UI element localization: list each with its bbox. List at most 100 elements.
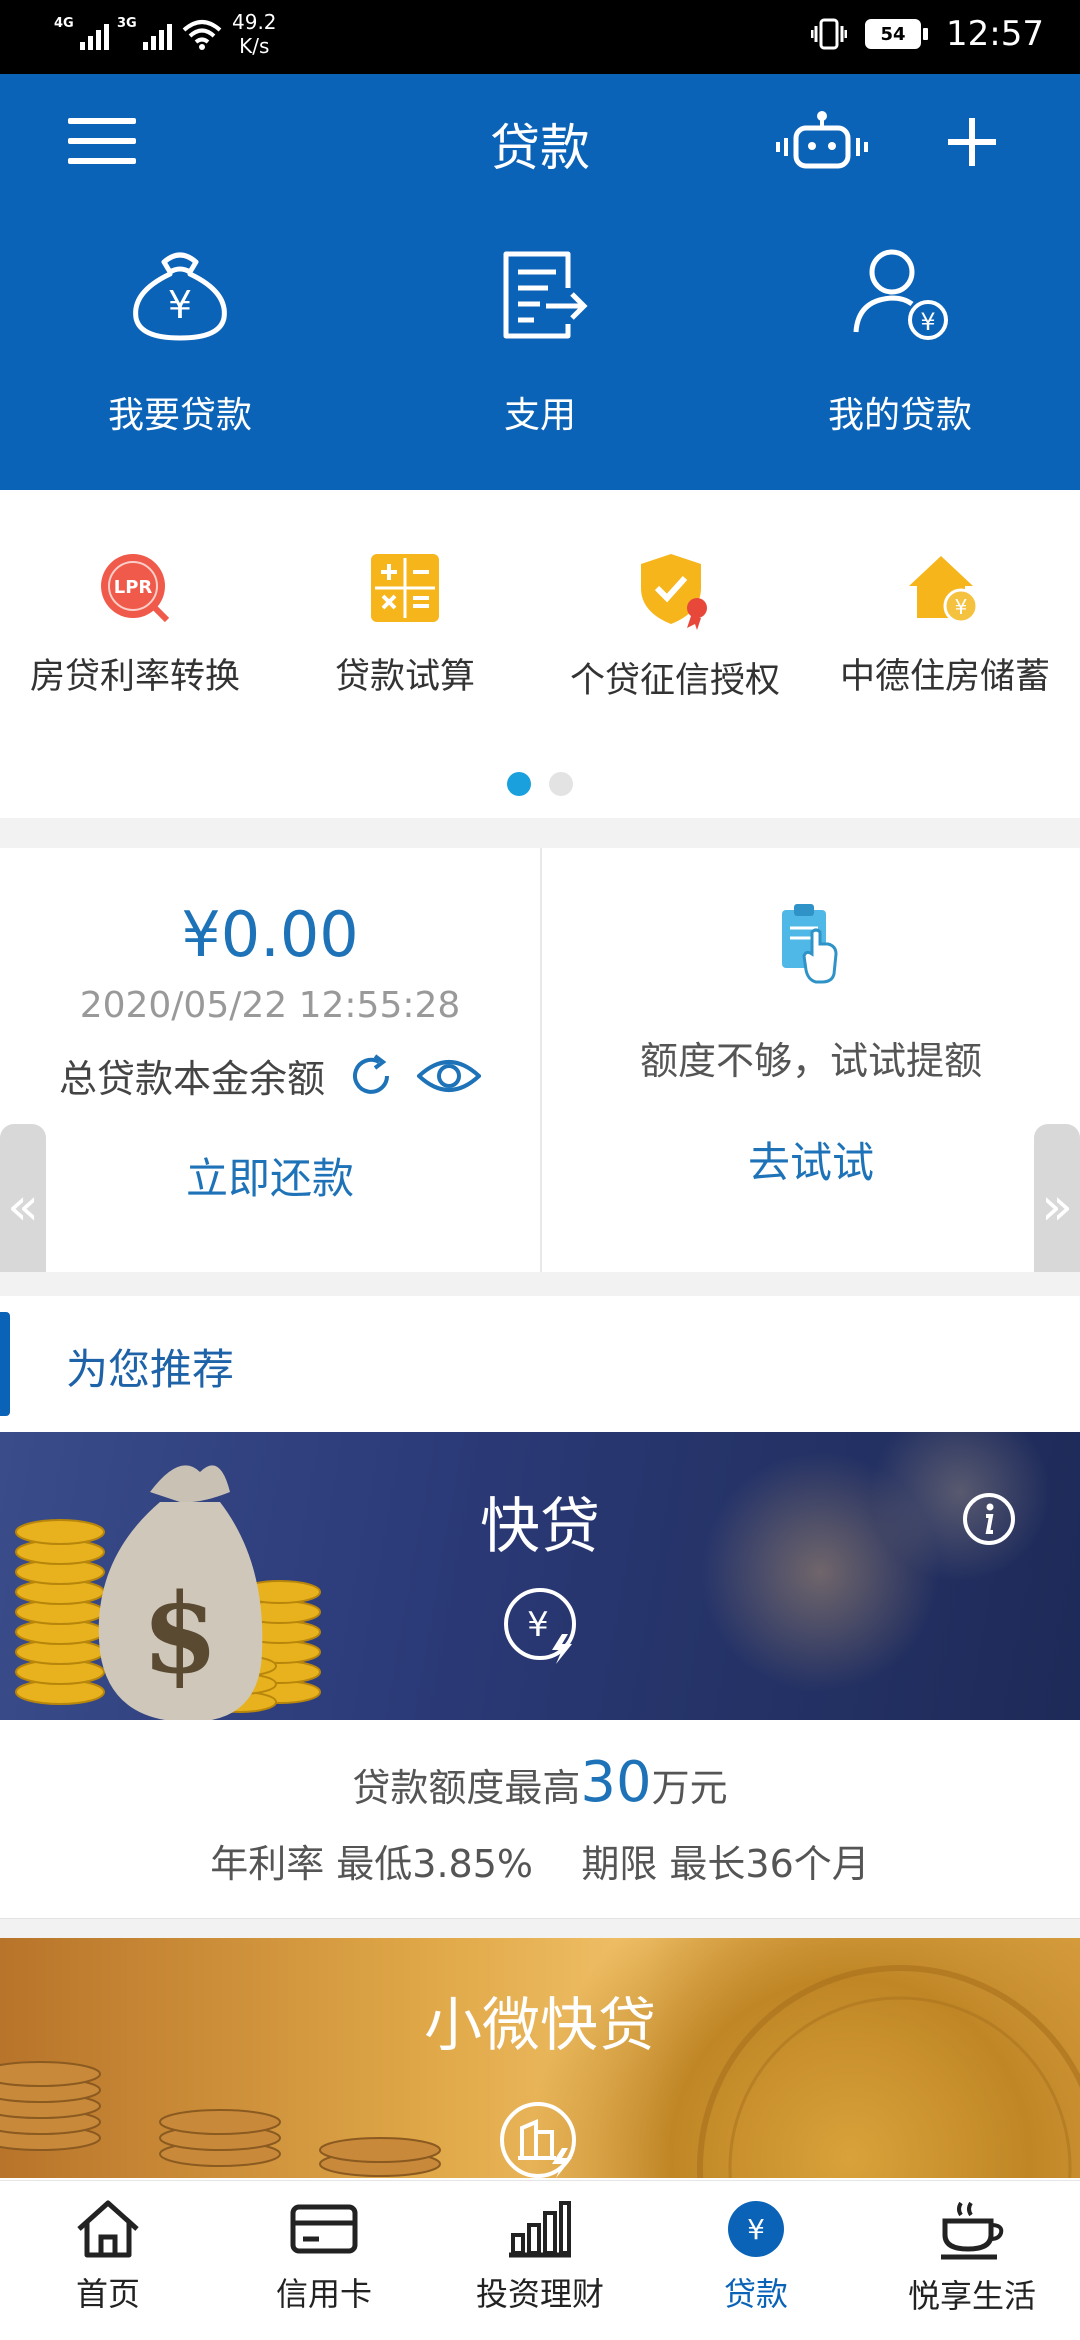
credit-authorization-button[interactable]: 个贷征信授权 [540, 490, 810, 703]
tab-credit-card[interactable]: 信用卡 [216, 2181, 432, 2340]
page-indicator [0, 772, 1080, 796]
battery-icon: 54 [865, 19, 929, 49]
micro-loan-banner[interactable]: 小微快贷 [0, 1938, 1080, 2178]
tab-home[interactable]: 首页 [0, 2181, 216, 2340]
svg-text:$: $ [142, 1569, 219, 1698]
robot-assistant-icon[interactable] [774, 110, 870, 174]
svg-text:LPR: LPR [114, 577, 153, 598]
raise-limit-card: 额度不够，试试提额 去试试 [540, 848, 1080, 1272]
clock: 12:57 [946, 14, 1044, 54]
page-title: 贷款 [490, 119, 590, 177]
scroll-right-button[interactable]: » [1034, 1124, 1080, 1290]
credit-card-icon [290, 2204, 358, 2254]
svg-text:¥: ¥ [747, 2213, 765, 2246]
page-dot-active [507, 772, 531, 796]
signal-icon-2: 3G [117, 10, 172, 50]
wifi-icon [182, 20, 222, 50]
housing-savings-label: 中德住房储蓄 [839, 657, 1050, 697]
scroll-left-button[interactable]: « [0, 1124, 46, 1290]
divider [0, 818, 1080, 848]
svg-text:¥: ¥ [168, 283, 192, 327]
lpr-conversion-label: 房贷利率转换 [29, 657, 240, 697]
update-timestamp: 2020/05/22 12:55:28 [79, 985, 461, 1026]
quick-loan-description: 贷款额度最高30万元 年利率 最低3.85% 期限 最长36个月 [0, 1720, 1080, 1918]
yuan-lightning-icon: ¥ [504, 1588, 576, 1664]
svg-text:¥: ¥ [920, 308, 935, 336]
tab-home-label: 首页 [75, 2275, 140, 2313]
coffee-cup-icon [941, 2201, 1004, 2260]
apply-loan-label: 我要贷款 [107, 395, 252, 436]
money-bag-coins-illustration: $ [15, 1465, 321, 1720]
bar-chart-icon [509, 2201, 571, 2258]
my-loans-label: 我的贷款 [827, 395, 972, 436]
loan-calculator-button[interactable]: 贷款试算 [270, 490, 540, 703]
network-type-label: 3G [117, 16, 137, 31]
loan-header: 贷款 ¥ 我要贷款 支用 ¥ 我的贷款 [0, 74, 1080, 490]
divider [0, 1918, 1080, 1938]
net-speed-value: 49.2 [232, 10, 277, 34]
raise-limit-text: 额度不够，试试提额 [639, 1039, 982, 1083]
tab-loan[interactable]: ¥ 贷款 [648, 2181, 864, 2340]
recommend-header: 为您推荐 [0, 1296, 1080, 1432]
money-bag-icon: ¥ [133, 252, 227, 341]
vibrate-icon [811, 18, 848, 50]
loan-yuan-icon: ¥ [728, 2201, 784, 2257]
drawdown-button[interactable]: 支用 [360, 244, 720, 438]
limit-unit: 万元 [651, 1766, 728, 1810]
document-arrow-icon [503, 251, 588, 339]
limit-amount: 30 [580, 1750, 652, 1815]
divider [0, 1272, 1080, 1296]
battery-level: 54 [865, 19, 922, 49]
apply-loan-button[interactable]: ¥ 我要贷款 [0, 244, 360, 438]
repay-now-button[interactable]: 立即还款 [0, 1145, 540, 1206]
tab-credit-card-label: 信用卡 [275, 2275, 372, 2313]
loan-balance-amount: ¥0.00 [181, 898, 359, 971]
net-speed-unit: K/s [239, 34, 270, 58]
credit-authorization-label: 个贷征信授权 [569, 661, 780, 701]
home-icon [77, 2200, 139, 2258]
tab-lifestyle-label: 悦享生活 [907, 2277, 1036, 2315]
section-marker [0, 1312, 10, 1416]
lpr-conversion-button[interactable]: LPR 房贷利率转换 [0, 490, 270, 703]
chevron-double-right-icon: » [1041, 1177, 1073, 1237]
tab-investment[interactable]: 投资理财 [432, 2181, 648, 2340]
chevron-double-left-icon: « [7, 1177, 39, 1237]
quick-loan-rate-term: 年利率 最低3.85% 期限 最长36个月 [210, 1842, 870, 1886]
network-type-label: 4G [54, 16, 74, 31]
net-speed: 49.2 K/s [232, 10, 277, 58]
svg-text:¥: ¥ [955, 595, 968, 619]
tab-loan-label: 贷款 [723, 2275, 788, 2313]
plus-icon[interactable] [944, 114, 1000, 170]
quick-loan-title: 快贷 [480, 1492, 600, 1562]
balance-card: ¥0.00 2020/05/22 12:55:28 总贷款本金余额 立即还款 [0, 848, 540, 1272]
svg-text:¥: ¥ [527, 1605, 549, 1645]
page-dot [549, 772, 573, 796]
limit-prefix: 贷款额度最高 [352, 1766, 581, 1810]
loan-calculator-label: 贷款试算 [334, 657, 475, 697]
info-icon[interactable] [962, 1492, 1016, 1546]
tab-investment-label: 投资理财 [475, 2275, 604, 2313]
recommend-title: 为您推荐 [66, 1345, 235, 1394]
balance-label: 总贷款本金余额 [58, 1057, 325, 1101]
clipboard-hand-icon [782, 904, 838, 984]
quick-tools: LPR 房贷利率转换 贷款试算 个贷征信授权 ¥ 中德住房储蓄 [0, 490, 1080, 818]
lpr-icon: LPR [101, 554, 170, 623]
signal-icon-1: 4G [54, 10, 109, 50]
tab-lifestyle[interactable]: 悦享生活 [864, 2181, 1080, 2340]
try-it-button[interactable]: 去试试 [542, 1129, 1080, 1190]
building-lightning-icon [500, 2102, 576, 2178]
housing-savings-button[interactable]: ¥ 中德住房储蓄 [810, 490, 1080, 703]
eye-icon[interactable] [417, 1054, 481, 1098]
my-loans-button[interactable]: ¥ 我的贷款 [720, 244, 1080, 438]
house-yuan-icon: ¥ [909, 556, 979, 624]
quick-loan-banner[interactable]: $ 快贷 ¥ [0, 1432, 1080, 1720]
calculator-icon [371, 554, 439, 622]
micro-loan-title: 小微快贷 [423, 1991, 656, 2059]
quick-loan-limit: 贷款额度最高30万元 [0, 1750, 1080, 1815]
shield-badge-icon [641, 554, 707, 630]
loan-summary: ¥0.00 2020/05/22 12:55:28 总贷款本金余额 立即还款 额… [0, 848, 1080, 1272]
refresh-icon[interactable] [347, 1052, 395, 1100]
status-bar: 4G 3G 49.2 K/s 54 12:57 [0, 0, 1080, 74]
bottom-tab-bar: 首页 信用卡 投资理财 ¥ 贷款 悦享生活 [0, 2180, 1080, 2340]
user-yuan-icon: ¥ [853, 249, 948, 340]
